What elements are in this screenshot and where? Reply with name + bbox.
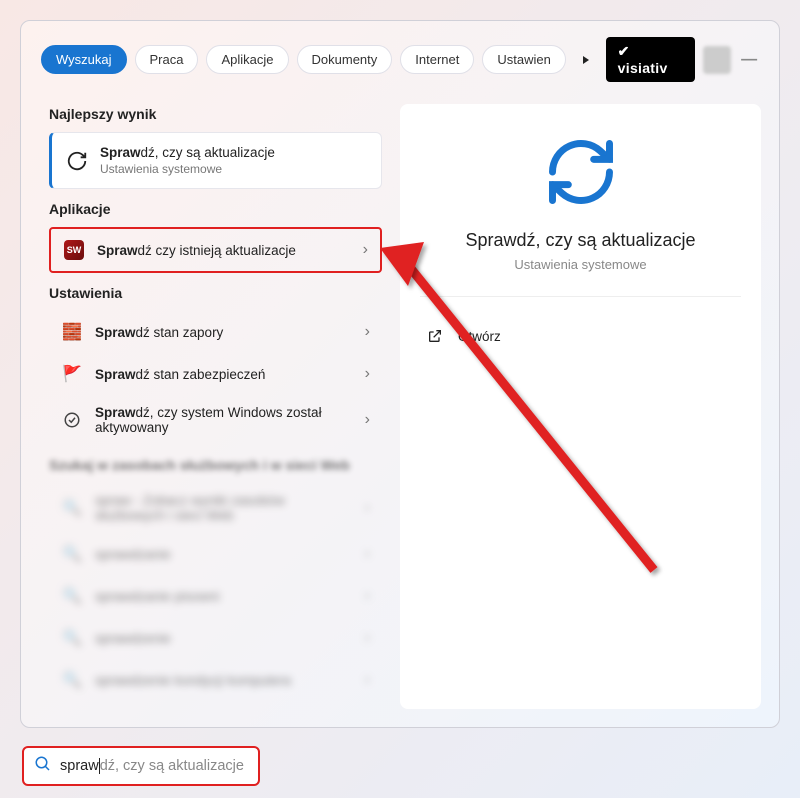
settings-result-activation[interactable]: Sprawdź, czy system Windows został aktyw… [49,395,382,445]
search-icon: 🔍 [61,627,83,649]
settings-result-title: Sprawdź stan zabezpieczeń [95,367,265,382]
avatar[interactable] [703,46,731,74]
chevron-right-icon: › [365,629,370,647]
search-window: Wyszukaj Praca Aplikacje Dokumenty Inter… [20,20,780,728]
tabs-row: Wyszukaj Praca Aplikacje Dokumenty Inter… [21,21,779,94]
web-result-title: sprawdzenie kondycji komputera [95,673,291,688]
content-body: Najlepszy wynik Sprawdź, czy są aktualiz… [21,94,779,727]
brand-badge: ✔ visiativ [606,37,696,82]
search-bar[interactable]: sprawdź, czy są aktualizacje [22,746,260,786]
chevron-right-icon: › [365,323,370,341]
open-label: Otwórz [458,329,501,344]
settings-result-security[interactable]: 🚩 Sprawdź stan zabezpieczeń › [49,353,382,395]
results-panel: Najlepszy wynik Sprawdź, czy są aktualiz… [21,94,400,727]
web-result-item[interactable]: 🔍 sprawdzanie › [49,533,382,575]
best-match-item[interactable]: Sprawdź, czy są aktualizacje Ustawienia … [49,132,382,189]
search-icon: 🔍 [61,585,83,607]
preview-card: Sprawdź, czy są aktualizacje Ustawienia … [400,104,761,709]
divider [420,296,741,297]
web-result-title: spraw - Zobacz wyniki zasobów służbowych… [95,493,325,523]
open-external-icon [424,325,446,347]
app-result-title: Sprawdź czy istnieją aktualizacje [97,243,296,258]
preview-panel: Sprawdź, czy są aktualizacje Ustawienia … [400,94,779,727]
best-match-title: Sprawdź, czy są aktualizacje [100,145,275,160]
refresh-icon [66,150,88,172]
web-result-title: sprawdzanie pisowni [95,589,220,604]
section-apps: Aplikacje [49,201,382,217]
best-match-subtitle: Ustawienia systemowe [100,162,275,176]
chevron-right-icon: › [365,411,370,429]
minimize-button[interactable]: — [739,51,759,69]
search-icon: 🔍 [61,497,83,519]
preview-title: Sprawdź, czy są aktualizacje [420,230,741,251]
tab-work[interactable]: Praca [135,45,199,74]
solidworks-icon: SW [63,239,85,261]
chevron-right-icon: › [365,587,370,605]
app-result-item[interactable]: SW Sprawdź czy istnieją aktualizacje › [49,227,382,273]
section-best-match: Najlepszy wynik [49,106,382,122]
tab-settings[interactable]: Ustawien [482,45,565,74]
settings-result-firewall[interactable]: 🧱 Sprawdź stan zapory › [49,311,382,353]
chevron-right-icon: › [365,365,370,383]
open-action[interactable]: Otwórz [420,317,741,355]
firewall-icon: 🧱 [61,321,83,343]
web-result-item[interactable]: 🔍 sprawdzanie pisowni › [49,575,382,617]
web-result-item[interactable]: 🔍 spraw - Zobacz wyniki zasobów służbowy… [49,483,382,533]
chevron-right-icon: › [365,545,370,563]
tab-apps[interactable]: Aplikacje [206,45,288,74]
chevron-right-icon: › [365,671,370,689]
settings-result-title: Sprawdź, czy system Windows został aktyw… [95,405,325,435]
search-icon: 🔍 [61,669,83,691]
web-result-item[interactable]: 🔍 sprawdzenie kondycji komputera › [49,659,382,701]
web-result-item[interactable]: 🔍 sprawdzenie › [49,617,382,659]
web-result-title: sprawdzenie [95,631,171,646]
section-web: Szukaj w zasobach służbowych i w sieci W… [49,457,382,473]
chevron-right-icon: › [365,499,370,517]
search-icon: 🔍 [61,543,83,565]
preview-subtitle: Ustawienia systemowe [420,257,741,272]
flag-icon: 🚩 [61,363,83,385]
settings-result-title: Sprawdź stan zapory [95,325,223,340]
tab-internet[interactable]: Internet [400,45,474,74]
section-settings: Ustawienia [49,285,382,301]
search-input[interactable]: sprawdź, czy są aktualizacje [60,758,244,774]
tab-docs[interactable]: Dokumenty [297,45,393,74]
tab-search[interactable]: Wyszukaj [41,45,127,74]
refresh-large-icon [541,132,621,212]
check-circle-icon [61,409,83,431]
web-result-title: sprawdzanie [95,547,171,562]
search-icon [34,755,52,778]
chevron-right-icon: › [363,241,368,259]
more-tabs-button[interactable] [574,48,598,72]
